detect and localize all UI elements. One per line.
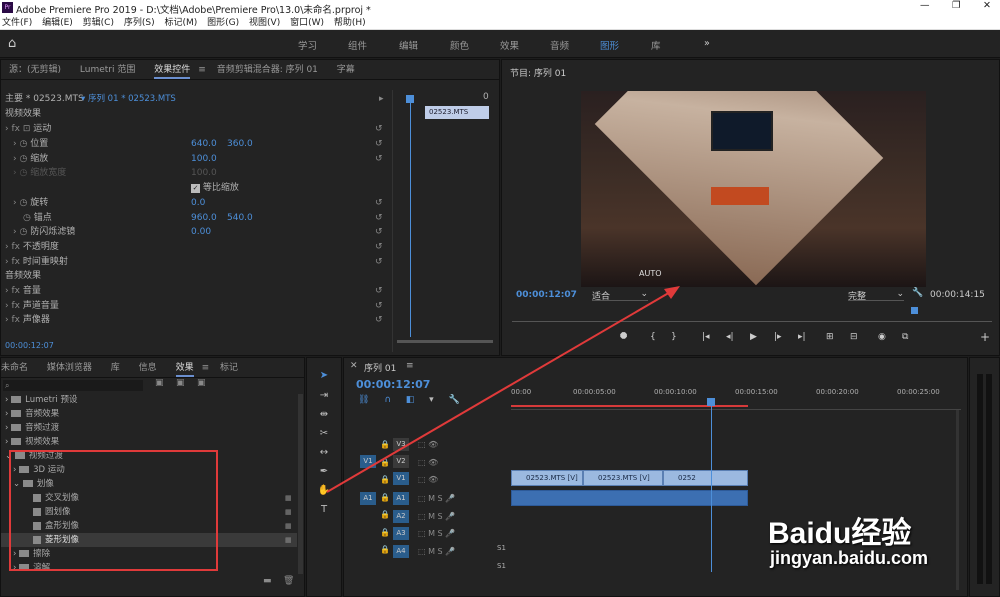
watermark: Baidu经验 jingyan.baidu.com bbox=[768, 508, 988, 588]
arrow-line bbox=[326, 290, 673, 493]
watermark-url: jingyan.baidu.com bbox=[770, 548, 929, 568]
arrow-head bbox=[664, 286, 680, 299]
watermark-brand: Baidu经验 bbox=[768, 517, 912, 550]
